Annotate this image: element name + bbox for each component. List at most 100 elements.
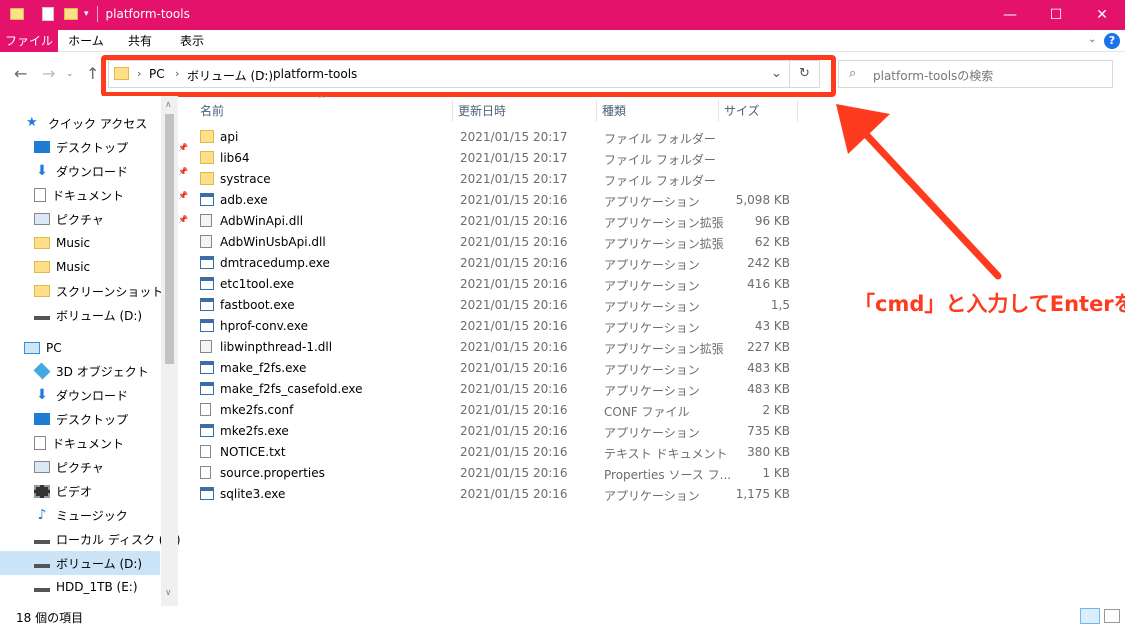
tab-home[interactable]: ホーム <box>62 30 110 52</box>
file-name: make_f2fs_casefold.exe <box>220 382 363 396</box>
file-type: ファイル フォルダー <box>604 174 716 188</box>
search-box[interactable]: ⌕ platform-toolsの検索 <box>838 60 1113 88</box>
column-header-modified[interactable]: 更新日時 <box>458 100 506 122</box>
file-row[interactable]: systrace 2021/01/15 20:17 ファイル フォルダー <box>198 169 798 190</box>
recent-locations-icon[interactable]: ⌄ <box>66 69 74 79</box>
file-row[interactable]: lib64 2021/01/15 20:17 ファイル フォルダー <box>198 148 798 169</box>
quick-access-toolbar: ▾ platform-tools <box>10 6 190 22</box>
properties-icon[interactable] <box>42 7 54 21</box>
sidebar-item-label: デスクトップ <box>56 412 129 427</box>
up-icon[interactable]: ↑ <box>86 64 99 83</box>
column-header-type[interactable]: 種類 <box>602 100 626 122</box>
file-name: etc1tool.exe <box>220 277 295 291</box>
file-row[interactable]: adb.exe 2021/01/15 20:16 アプリケーション 5,098 KB <box>198 190 798 211</box>
file-size: 1 KB <box>762 466 790 480</box>
annotation-arrow <box>836 104 1002 280</box>
file-type: CONF ファイル <box>604 405 690 419</box>
file-modified: 2021/01/15 20:17 <box>460 130 568 144</box>
file-modified: 2021/01/15 20:16 <box>460 298 568 312</box>
maximize-button[interactable]: ☐ <box>1033 0 1079 30</box>
file-row[interactable]: AdbWinUsbApi.dll 2021/01/15 20:16 アプリケーション… <box>198 232 798 253</box>
file-size: 380 KB <box>747 445 790 459</box>
column-divider[interactable] <box>718 100 719 122</box>
scroll-down-icon[interactable]: ∨ <box>165 588 172 598</box>
file-row[interactable]: api 2021/01/15 20:17 ファイル フォルダー <box>198 127 798 148</box>
file-modified: 2021/01/15 20:16 <box>460 340 568 354</box>
file-name: NOTICE.txt <box>220 445 286 459</box>
scrollbar-thumb[interactable] <box>165 114 174 364</box>
title-bar: ▾ platform-tools — ☐ ✕ <box>0 0 1125 30</box>
forward-icon[interactable]: → <box>42 64 55 83</box>
sidebar-item-label: ミュージック <box>56 508 128 523</box>
tab-share[interactable]: 共有 <box>118 30 162 52</box>
file-name: systrace <box>220 172 271 186</box>
window-title: platform-tools <box>105 7 190 21</box>
file-icon <box>200 445 211 458</box>
sidebar-item-label: ダウンロード <box>56 388 129 403</box>
file-modified: 2021/01/15 20:16 <box>460 466 568 480</box>
sidebar-item-pc[interactable]: PC <box>24 336 184 360</box>
sidebar-item-label: スクリーンショット <box>56 284 164 299</box>
file-row[interactable]: dmtracedump.exe 2021/01/15 20:16 アプリケーション 2… <box>198 253 798 274</box>
file-name: lib64 <box>220 151 250 165</box>
file-row[interactable]: mke2fs.conf 2021/01/15 20:16 CONF ファイル 2 KB <box>198 400 798 421</box>
file-modified: 2021/01/15 20:16 <box>460 319 568 333</box>
file-size: 2 KB <box>762 403 790 417</box>
file-row[interactable]: fastboot.exe 2021/01/15 20:16 アプリケーション 1,5 <box>198 295 798 316</box>
file-icon <box>200 466 211 479</box>
exe-icon <box>200 382 214 395</box>
file-name: hprof-conv.exe <box>220 319 308 333</box>
sidebar-item[interactable]: ボリューム (D:) <box>0 551 160 575</box>
tab-file[interactable]: ファイル <box>0 30 58 52</box>
file-name: adb.exe <box>220 193 268 207</box>
search-icon: ⌕ <box>849 66 857 81</box>
exe-icon <box>200 424 214 437</box>
search-input[interactable]: platform-toolsの検索 <box>873 67 993 84</box>
pictures-icon <box>34 213 50 225</box>
folder-icon <box>200 130 214 143</box>
column-divider[interactable] <box>797 100 798 122</box>
column-divider[interactable] <box>596 100 597 122</box>
file-row[interactable]: sqlite3.exe 2021/01/15 20:16 アプリケーション 1,175… <box>198 484 798 505</box>
file-modified: 2021/01/15 20:16 <box>460 382 568 396</box>
file-type: アプリケーション <box>604 363 700 377</box>
details-view-icon[interactable] <box>1080 608 1100 624</box>
back-icon[interactable]: ← <box>14 64 27 83</box>
file-row[interactable]: source.properties 2021/01/15 20:16 Propert… <box>198 463 798 484</box>
file-name: mke2fs.conf <box>220 403 294 417</box>
file-row[interactable]: etc1tool.exe 2021/01/15 20:16 アプリケーション 416 … <box>198 274 798 295</box>
file-row[interactable]: libwinpthread-1.dll 2021/01/15 20:16 アプリケー… <box>198 337 798 358</box>
minimize-button[interactable]: — <box>987 0 1033 30</box>
close-button[interactable]: ✕ <box>1079 0 1125 30</box>
large-icons-view-icon[interactable] <box>1104 609 1120 623</box>
file-size: 5,098 KB <box>735 193 790 207</box>
expand-ribbon-icon[interactable]: ⌄ <box>1088 34 1096 45</box>
sidebar-scrollbar[interactable]: ∧ ∨ <box>161 96 178 606</box>
column-divider[interactable] <box>452 100 453 122</box>
file-modified: 2021/01/15 20:16 <box>460 235 568 249</box>
file-row[interactable]: make_f2fs_casefold.exe 2021/01/15 20:16 アプ… <box>198 379 798 400</box>
chevron-down-icon[interactable]: ▾ <box>84 9 89 19</box>
file-row[interactable]: AdbWinApi.dll 2021/01/15 20:16 アプリケーション拡張 9… <box>198 211 798 232</box>
tab-view[interactable]: 表示 <box>170 30 214 52</box>
folder-icon <box>200 172 214 185</box>
help-icon[interactable]: ? <box>1104 33 1120 49</box>
file-row[interactable]: hprof-conv.exe 2021/01/15 20:16 アプリケーション 43… <box>198 316 798 337</box>
status-bar: 18 個の項目 <box>0 606 1125 626</box>
exe-icon <box>200 487 214 500</box>
drive-icon <box>34 310 50 320</box>
file-row[interactable]: mke2fs.exe 2021/01/15 20:16 アプリケーション 735 KB <box>198 421 798 442</box>
file-modified: 2021/01/15 20:16 <box>460 487 568 501</box>
folder-icon <box>34 237 50 249</box>
column-header-size[interactable]: サイズ <box>724 100 760 122</box>
scroll-up-icon[interactable]: ∧ <box>165 100 172 110</box>
new-folder-icon[interactable] <box>64 8 78 20</box>
dll-icon <box>200 214 212 227</box>
file-row[interactable]: make_f2fs.exe 2021/01/15 20:16 アプリケーション 483… <box>198 358 798 379</box>
sidebar-item-label: デスクトップ <box>56 140 129 155</box>
sidebar-item-label: HDD_1TB (E:) <box>56 580 138 594</box>
file-modified: 2021/01/15 20:16 <box>460 256 568 270</box>
file-row[interactable]: NOTICE.txt 2021/01/15 20:16 テキスト ドキュメント 380… <box>198 442 798 463</box>
exe-icon <box>200 319 214 332</box>
column-header-name[interactable]: 名前 <box>200 100 224 122</box>
